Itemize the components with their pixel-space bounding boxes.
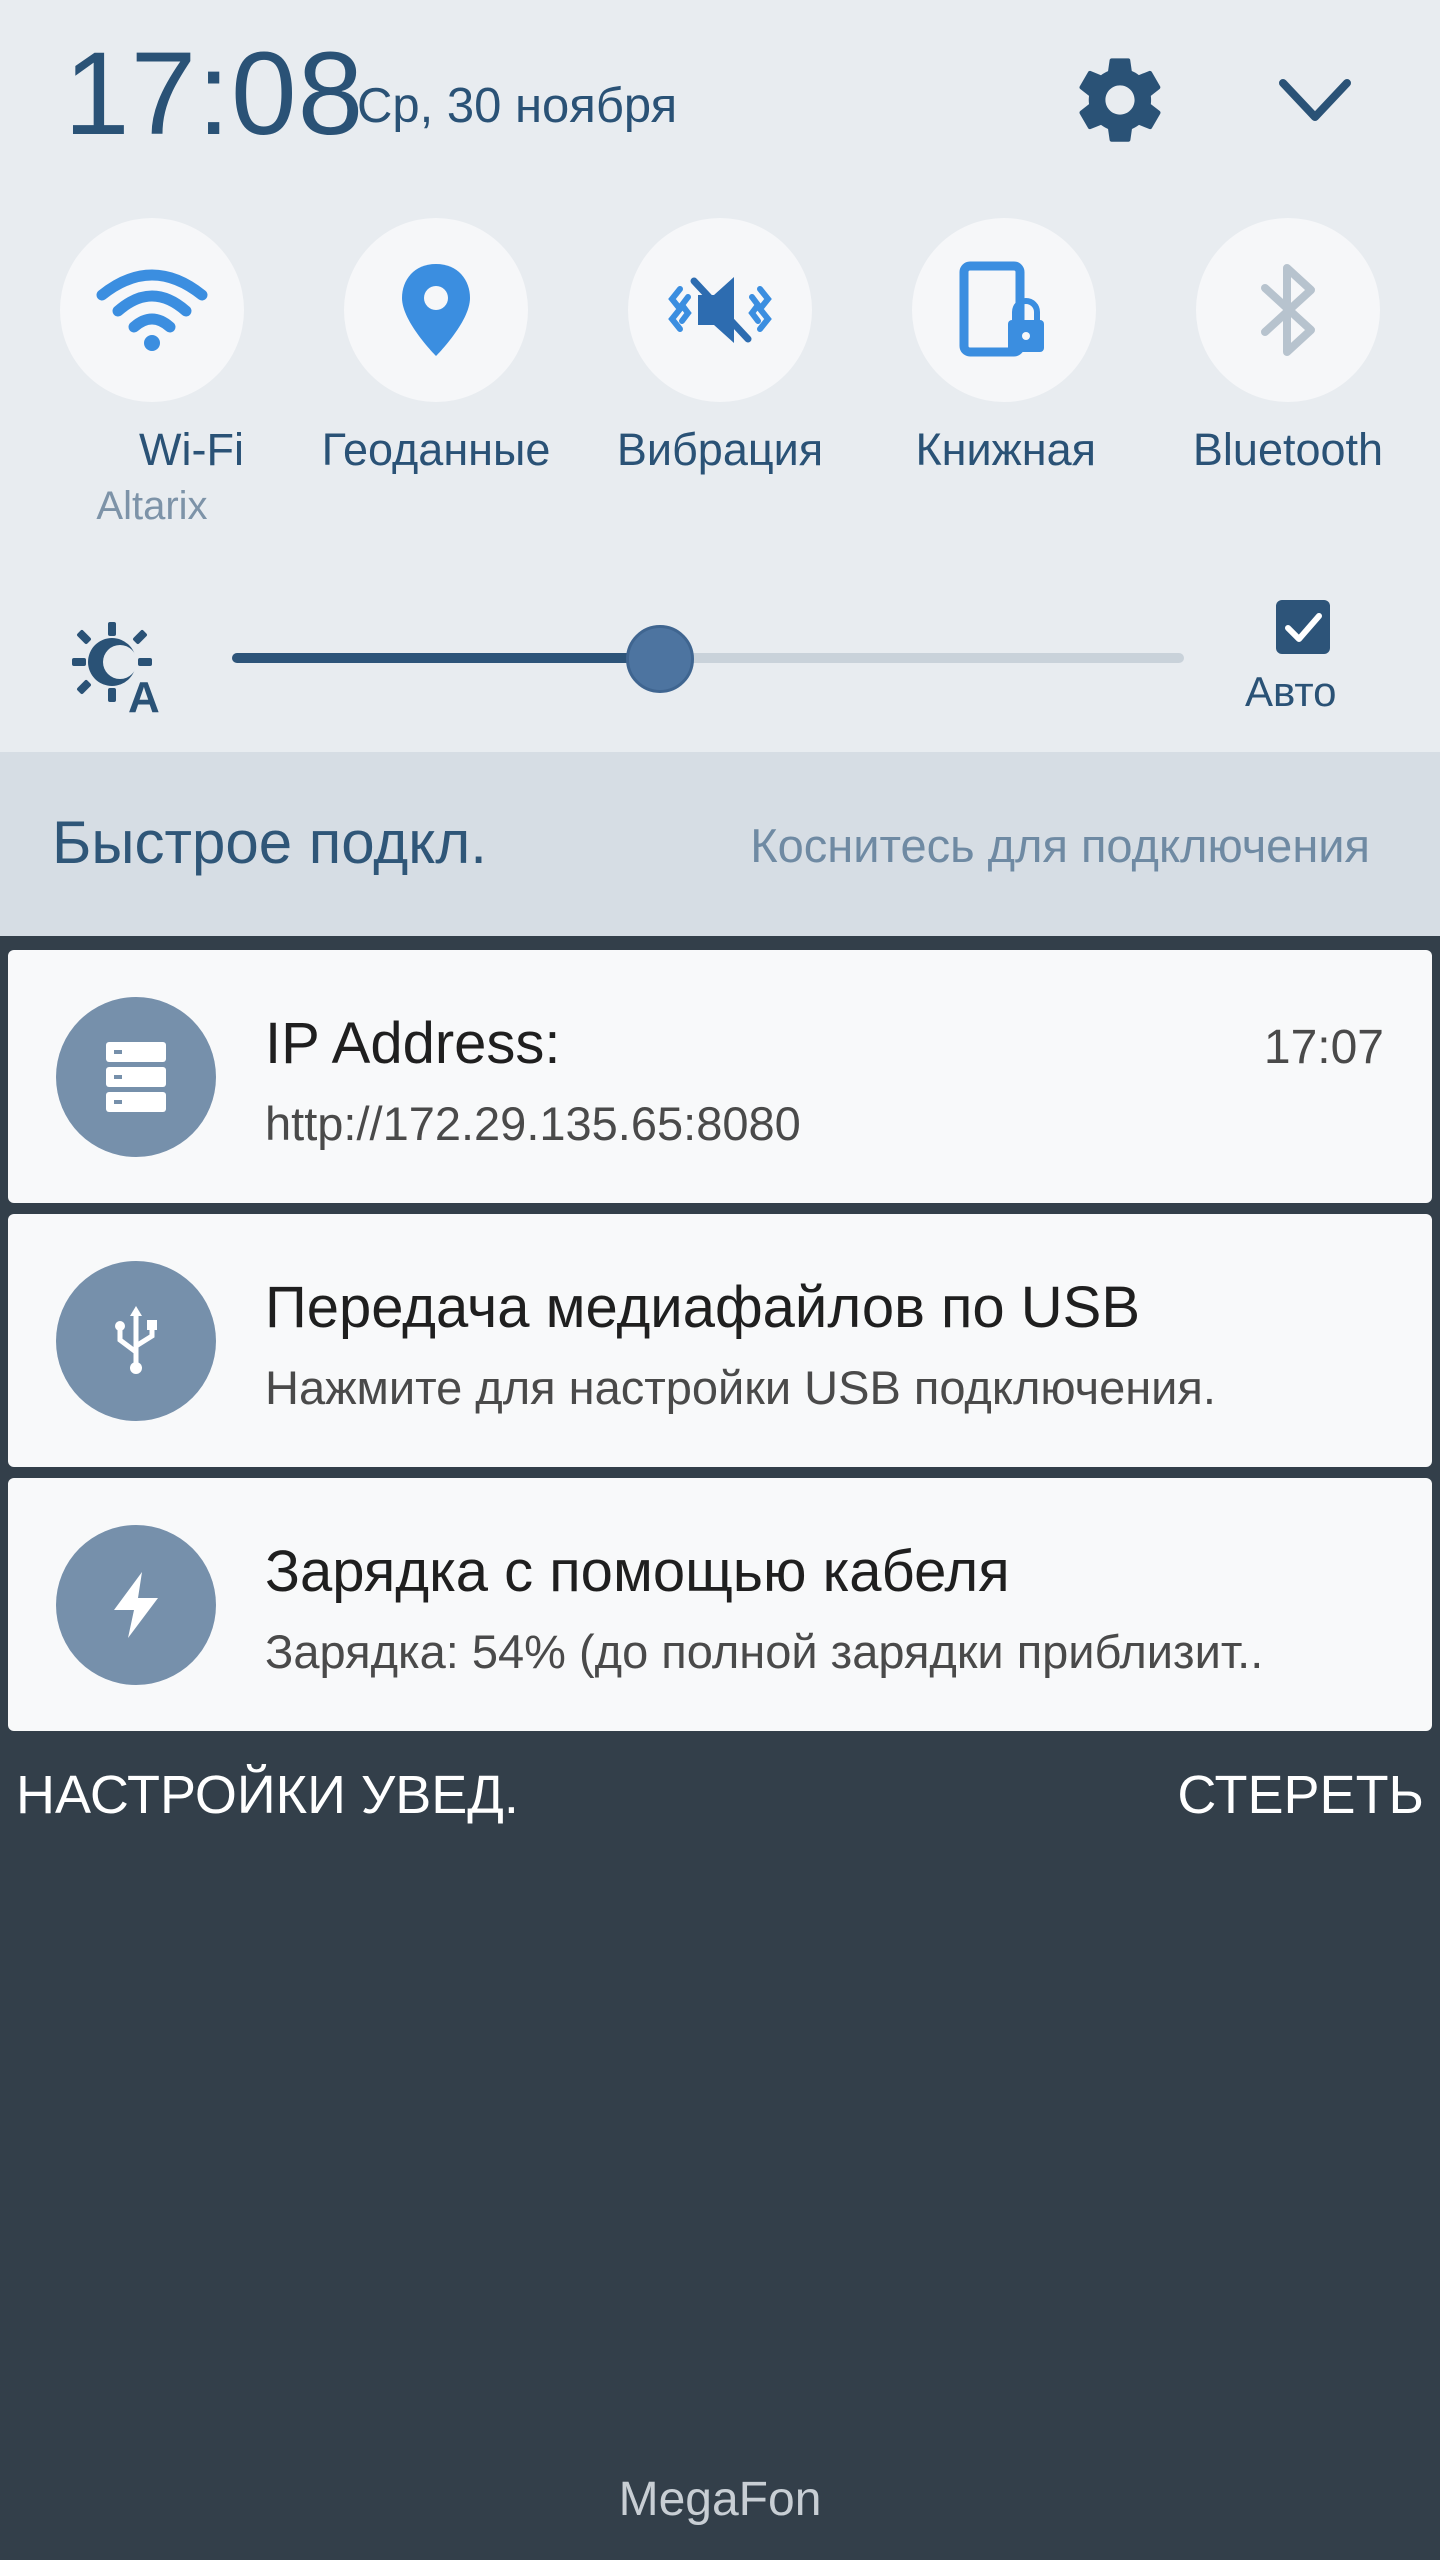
toggle-label: Bluetooth <box>1192 424 1384 475</box>
checkmark-icon <box>1285 613 1322 642</box>
auto-brightness-icon: A <box>72 622 160 714</box>
bluetooth-icon <box>1261 264 1315 356</box>
toggle-bluetooth-button[interactable] <box>1196 218 1380 402</box>
server-icon <box>106 1042 166 1112</box>
wifi-icon <box>96 269 208 351</box>
notification-text: Нажмите для настройки USB подключения. <box>265 1361 1216 1414</box>
location-icon <box>402 264 470 356</box>
vibrate-icon <box>668 277 772 343</box>
notification-title: Зарядка с помощью кабеля <box>265 1539 1010 1604</box>
notification-ip-address[interactable]: IP Address: http://172.29.135.65:8080 17… <box>8 950 1432 1203</box>
notification-avatar <box>56 1525 216 1685</box>
brightness-slider-thumb[interactable] <box>626 625 695 693</box>
brightness-slider-fill <box>232 653 661 663</box>
toggle-label: Геоданные <box>321 424 551 475</box>
toggle-label: Вибрация <box>616 424 824 475</box>
notification-charging[interactable]: Зарядка с помощью кабеля Зарядка: 54% (д… <box>8 1478 1432 1731</box>
notification-usb[interactable]: Передача медиафайлов по USB Нажмите для … <box>8 1214 1432 1467</box>
notification-text: http://172.29.135.65:8080 <box>265 1097 801 1150</box>
carrier-label: MegaFon <box>618 2473 822 2526</box>
quick-settings-panel: 17:08 Ср, 30 ноября Wi-Fi Altarix Геодан… <box>0 0 1440 752</box>
toggle-label: Книжная <box>915 424 1096 475</box>
notification-time: 17:07 <box>1263 1021 1384 1074</box>
notification-text: Зарядка: 54% (до полной зарядки приблизи… <box>265 1625 1264 1678</box>
toggle-rotation-button[interactable] <box>912 218 1096 402</box>
toggle-location[interactable]: Геоданные <box>322 218 550 476</box>
clear-notifications-button[interactable]: СТЕРЕТЬ <box>1177 1764 1424 1826</box>
chevron-down-icon[interactable] <box>1265 55 1365 145</box>
portrait-lock-icon <box>959 261 1044 357</box>
quick-connect-bar[interactable]: Быстрое подкл. Коснитесь для подключения <box>0 752 1440 936</box>
toggle-sublabel: Altarix <box>96 484 208 528</box>
auto-brightness-label: Авто <box>1245 668 1337 715</box>
toggle-bluetooth[interactable]: Bluetooth <box>1192 218 1384 476</box>
notification-avatar <box>56 997 216 1157</box>
toggle-wifi[interactable]: Wi-Fi Altarix <box>60 218 244 529</box>
notification-title: Передача медиафайлов по USB <box>265 1275 1141 1340</box>
notification-avatar <box>56 1261 216 1421</box>
brightness-slider[interactable] <box>232 625 1184 693</box>
quick-connect-hint: Коснитесь для подключения <box>750 819 1370 872</box>
settings-gear-icon[interactable] <box>1070 50 1170 150</box>
notification-settings-button[interactable]: НАСТРОЙКИ УВЕД. <box>16 1764 519 1826</box>
notification-title: IP Address: <box>265 1011 561 1076</box>
date-label[interactable]: Ср, 30 ноября <box>357 78 677 134</box>
quick-connect-title: Быстрое подкл. <box>52 809 487 876</box>
toggle-vibrate-button[interactable] <box>628 218 812 402</box>
toggle-wifi-button[interactable] <box>60 218 244 402</box>
clock: 17:08 <box>64 28 365 160</box>
toggle-location-button[interactable] <box>344 218 528 402</box>
usb-icon <box>115 1306 157 1374</box>
toggle-vibrate[interactable]: Вибрация <box>617 218 823 476</box>
bolt-icon <box>114 1572 158 1638</box>
toggle-label: Wi-Fi <box>139 424 244 475</box>
toggle-rotation[interactable]: Книжная <box>912 218 1096 476</box>
svg-text:A: A <box>128 673 160 714</box>
auto-brightness-checkbox[interactable] <box>1276 600 1330 654</box>
